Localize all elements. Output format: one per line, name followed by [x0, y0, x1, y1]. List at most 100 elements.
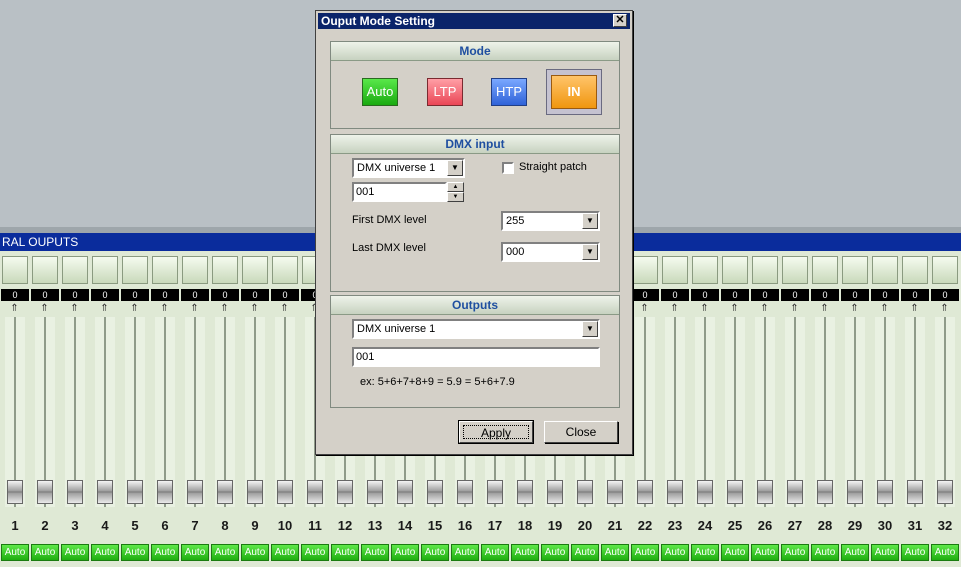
outputs-channels-input[interactable]: [356, 349, 596, 365]
channel-mode-button[interactable]: Auto: [391, 544, 419, 561]
channel-mode-button[interactable]: Auto: [721, 544, 749, 561]
fader-knob[interactable]: [367, 480, 383, 504]
spin-up-icon[interactable]: ▲: [447, 182, 464, 192]
straight-patch-checkbox[interactable]: [502, 162, 514, 174]
channel-mode-button[interactable]: Auto: [571, 544, 599, 561]
channel-flash-button[interactable]: [932, 256, 958, 284]
fader-up-arrow-icon[interactable]: ⇑: [788, 303, 801, 315]
channel-mode-button[interactable]: Auto: [271, 544, 299, 561]
fader-up-arrow-icon[interactable]: ⇑: [938, 303, 951, 315]
close-icon[interactable]: ✕: [613, 14, 627, 27]
fader-track[interactable]: [185, 317, 205, 507]
dialog-titlebar[interactable]: Ouput Mode Setting ✕: [318, 13, 630, 29]
mode-in-button[interactable]: IN: [551, 75, 597, 109]
channel-mode-button[interactable]: Auto: [511, 544, 539, 561]
channel-flash-button[interactable]: [722, 256, 748, 284]
channel-mode-button[interactable]: Auto: [361, 544, 389, 561]
outputs-channels-field[interactable]: [352, 347, 600, 367]
outputs-universe-select[interactable]: DMX universe 1 ▼: [352, 319, 600, 339]
fader-knob[interactable]: [787, 480, 803, 504]
channel-mode-button[interactable]: Auto: [751, 544, 779, 561]
fader-up-arrow-icon[interactable]: ⇑: [278, 303, 291, 315]
fader-track[interactable]: [65, 317, 85, 507]
fader-knob[interactable]: [427, 480, 443, 504]
channel-mode-button[interactable]: Auto: [121, 544, 149, 561]
fader-up-arrow-icon[interactable]: ⇑: [848, 303, 861, 315]
fader-up-arrow-icon[interactable]: ⇑: [8, 303, 21, 315]
channel-flash-button[interactable]: [812, 256, 838, 284]
fader-track[interactable]: [785, 317, 805, 507]
fader-knob[interactable]: [817, 480, 833, 504]
fader-knob[interactable]: [37, 480, 53, 504]
channel-flash-button[interactable]: [272, 256, 298, 284]
channel-flash-button[interactable]: [692, 256, 718, 284]
fader-knob[interactable]: [247, 480, 263, 504]
channel-mode-button[interactable]: Auto: [931, 544, 959, 561]
fader-track[interactable]: [905, 317, 925, 507]
fader-knob[interactable]: [337, 480, 353, 504]
fader-knob[interactable]: [187, 480, 203, 504]
fader-knob[interactable]: [607, 480, 623, 504]
fader-up-arrow-icon[interactable]: ⇑: [158, 303, 171, 315]
dmx-input-channel-field[interactable]: [352, 182, 447, 202]
fader-knob[interactable]: [547, 480, 563, 504]
channel-mode-button[interactable]: Auto: [811, 544, 839, 561]
channel-mode-button[interactable]: Auto: [901, 544, 929, 561]
channel-mode-button[interactable]: Auto: [181, 544, 209, 561]
channel-mode-button[interactable]: Auto: [541, 544, 569, 561]
fader-knob[interactable]: [697, 480, 713, 504]
fader-knob[interactable]: [937, 480, 953, 504]
last-dmx-level-select[interactable]: 000 ▼: [501, 242, 600, 262]
dropdown-arrow-icon[interactable]: ▼: [582, 321, 598, 337]
fader-knob[interactable]: [397, 480, 413, 504]
fader-track[interactable]: [95, 317, 115, 507]
fader-track[interactable]: [125, 317, 145, 507]
fader-knob[interactable]: [577, 480, 593, 504]
fader-knob[interactable]: [847, 480, 863, 504]
channel-mode-button[interactable]: Auto: [241, 544, 269, 561]
fader-track[interactable]: [815, 317, 835, 507]
channel-flash-button[interactable]: [242, 256, 268, 284]
channel-mode-button[interactable]: Auto: [451, 544, 479, 561]
mode-htp-button[interactable]: HTP: [491, 78, 527, 106]
fader-track[interactable]: [935, 317, 955, 507]
fader-up-arrow-icon[interactable]: ⇑: [128, 303, 141, 315]
channel-mode-button[interactable]: Auto: [481, 544, 509, 561]
channel-flash-button[interactable]: [182, 256, 208, 284]
first-dmx-level-select[interactable]: 255 ▼: [501, 211, 600, 231]
channel-flash-button[interactable]: [92, 256, 118, 284]
fader-knob[interactable]: [637, 480, 653, 504]
fader-knob[interactable]: [157, 480, 173, 504]
dropdown-arrow-icon[interactable]: ▼: [582, 213, 598, 229]
channel-mode-button[interactable]: Auto: [691, 544, 719, 561]
fader-knob[interactable]: [7, 480, 23, 504]
mode-ltp-button[interactable]: LTP: [427, 78, 463, 106]
fader-up-arrow-icon[interactable]: ⇑: [38, 303, 51, 315]
fader-knob[interactable]: [667, 480, 683, 504]
fader-track[interactable]: [245, 317, 265, 507]
dropdown-arrow-icon[interactable]: ▼: [447, 160, 463, 176]
channel-mode-button[interactable]: Auto: [61, 544, 89, 561]
fader-knob[interactable]: [727, 480, 743, 504]
fader-up-arrow-icon[interactable]: ⇑: [698, 303, 711, 315]
fader-track[interactable]: [845, 317, 865, 507]
fader-track[interactable]: [155, 317, 175, 507]
fader-knob[interactable]: [97, 480, 113, 504]
fader-up-arrow-icon[interactable]: ⇑: [908, 303, 921, 315]
channel-mode-button[interactable]: Auto: [91, 544, 119, 561]
fader-track[interactable]: [635, 317, 655, 507]
channel-flash-button[interactable]: [752, 256, 778, 284]
fader-track[interactable]: [35, 317, 55, 507]
channel-flash-button[interactable]: [842, 256, 868, 284]
channel-flash-button[interactable]: [32, 256, 58, 284]
fader-up-arrow-icon[interactable]: ⇑: [68, 303, 81, 315]
fader-knob[interactable]: [307, 480, 323, 504]
fader-track[interactable]: [695, 317, 715, 507]
fader-track[interactable]: [275, 317, 295, 507]
channel-flash-button[interactable]: [662, 256, 688, 284]
channel-mode-button[interactable]: Auto: [301, 544, 329, 561]
fader-up-arrow-icon[interactable]: ⇑: [248, 303, 261, 315]
channel-flash-button[interactable]: [2, 256, 28, 284]
channel-flash-button[interactable]: [632, 256, 658, 284]
channel-mode-button[interactable]: Auto: [421, 544, 449, 561]
